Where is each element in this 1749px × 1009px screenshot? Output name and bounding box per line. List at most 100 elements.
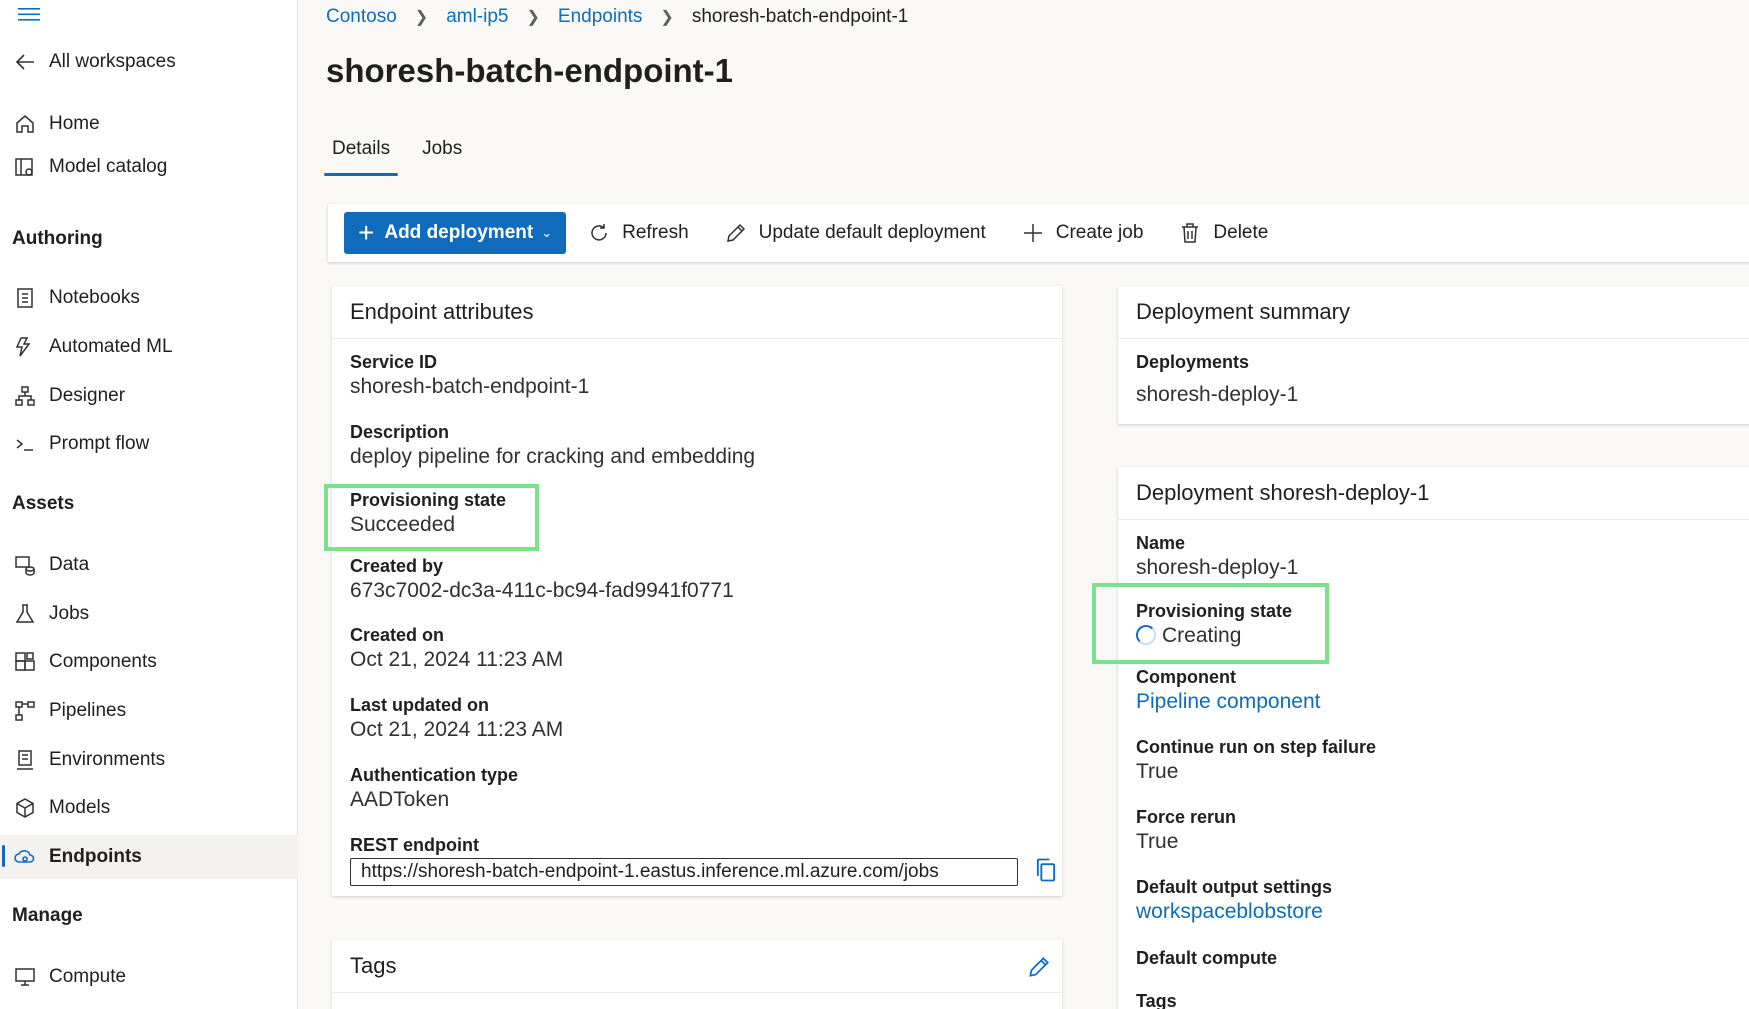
- field-value: True: [1136, 760, 1179, 783]
- breadcrumb-workspace[interactable]: aml-ip5: [446, 6, 508, 28]
- tab-bar: Details Jobs: [324, 138, 486, 176]
- rest-endpoint-input[interactable]: https://shoresh-batch-endpoint-1.eastus.…: [350, 858, 1018, 886]
- deployment-summary-card: Deployment summary Deployments shoresh-d…: [1118, 286, 1749, 424]
- output-link[interactable]: workspaceblobstore: [1136, 900, 1332, 924]
- deployment-link[interactable]: shoresh-deploy-1: [1136, 383, 1298, 407]
- refresh-icon: [586, 220, 612, 246]
- environments-icon: [12, 747, 38, 773]
- all-workspaces-label: All workspaces: [49, 51, 176, 72]
- field-value: AADToken: [350, 788, 450, 811]
- card-title: Deployment shoresh-deploy-1: [1118, 467, 1749, 520]
- sidebar-item-notebooks[interactable]: Notebooks: [0, 278, 298, 318]
- default-output-field: Default output settings workspaceblobsto…: [1136, 877, 1332, 924]
- sidebar-item-designer[interactable]: Designer: [0, 376, 298, 416]
- field-label: Default output settings: [1136, 877, 1332, 897]
- sidebar-item-jobs[interactable]: Jobs: [0, 594, 298, 634]
- card-title: Deployment summary: [1118, 286, 1749, 339]
- sidebar-item-environments[interactable]: Environments: [0, 740, 298, 780]
- copy-icon[interactable]: [1032, 856, 1060, 884]
- chevron-right-icon: ❯: [660, 9, 674, 26]
- sidebar-item-label: Prompt flow: [49, 433, 150, 454]
- field-value: True: [1136, 830, 1179, 853]
- deployment-tags-field: Tags: [1136, 991, 1177, 1009]
- field-label: Force rerun: [1136, 807, 1237, 827]
- component-field: Component Pipeline component: [1136, 667, 1320, 714]
- plus-icon: [1020, 220, 1046, 246]
- section-authoring: Authoring: [12, 228, 103, 249]
- section-manage: Manage: [12, 905, 83, 926]
- sidebar-item-model-catalog[interactable]: Model catalog: [0, 147, 298, 187]
- sidebar-item-home[interactable]: Home: [0, 104, 298, 144]
- trash-icon: [1177, 220, 1203, 246]
- rest-endpoint-field: REST endpoint: [350, 835, 479, 856]
- section-assets: Assets: [12, 493, 75, 514]
- field-label: Service ID: [350, 352, 438, 372]
- card-title: Tags: [332, 940, 1062, 993]
- add-deployment-button[interactable]: + Add deployment ⌄: [344, 212, 567, 254]
- all-workspaces-link[interactable]: All workspaces: [0, 42, 298, 82]
- field-label: Continue run on step failure: [1136, 737, 1377, 757]
- deployment-name-field: Name shoresh-deploy-1: [1136, 533, 1298, 580]
- sidebar-item-prompt-flow[interactable]: Prompt flow: [0, 424, 298, 464]
- deployments-field: Deployments shoresh-deploy-1: [1136, 352, 1298, 407]
- sidebar-item-label: Data: [49, 554, 90, 575]
- sidebar-item-label: Home: [49, 113, 100, 134]
- notebook-icon: [12, 285, 38, 311]
- designer-icon: [12, 383, 38, 409]
- refresh-button[interactable]: Refresh: [586, 220, 689, 246]
- chevron-down-icon: ⌄: [541, 225, 553, 240]
- service-id-field: Service ID shoresh-batch-endpoint-1: [350, 352, 589, 399]
- field-value: 673c7002-dc3a-411c-bc94-fad9941f0771: [350, 579, 734, 602]
- pencil-icon: [723, 220, 749, 246]
- breadcrumb-endpoints[interactable]: Endpoints: [558, 6, 643, 28]
- field-value: Oct 21, 2024 11:23 AM: [350, 648, 564, 671]
- field-label: REST endpoint: [350, 835, 479, 855]
- component-link[interactable]: Pipeline component: [1136, 690, 1320, 714]
- breadcrumb-current: shoresh-batch-endpoint-1: [691, 6, 909, 27]
- sidebar-item-label: Compute: [49, 966, 127, 987]
- sidebar-item-data[interactable]: Data: [0, 545, 298, 585]
- command-bar: + Add deployment ⌄ Refresh Update defaul…: [328, 204, 1749, 262]
- hamburger-menu-icon[interactable]: [18, 6, 40, 22]
- home-icon: [12, 111, 38, 137]
- sidebar-item-label: Jobs: [49, 603, 90, 624]
- terminal-icon: [12, 431, 38, 457]
- sidebar-item-label: Models: [49, 797, 111, 818]
- sidebar-item-label: Notebooks: [49, 287, 140, 308]
- update-default-deployment-button[interactable]: Update default deployment: [723, 220, 986, 246]
- default-compute-field: Default compute: [1136, 948, 1277, 969]
- field-label: Authentication type: [350, 765, 519, 785]
- sidebar-item-label: Model catalog: [49, 156, 168, 177]
- card-title: Endpoint attributes: [332, 286, 1062, 339]
- delete-button[interactable]: Delete: [1177, 220, 1268, 246]
- field-label: Component: [1136, 667, 1236, 687]
- create-job-button[interactable]: Create job: [1020, 220, 1143, 246]
- field-label: Name: [1136, 533, 1186, 553]
- sidebar-item-components[interactable]: Components: [0, 642, 298, 682]
- sidebar-item-models[interactable]: Models: [0, 788, 298, 828]
- chevron-right-icon: ❯: [526, 9, 540, 26]
- tags-card: Tags: [332, 940, 1062, 1009]
- main-content: Contoso ❯ aml-ip5 ❯ Endpoints ❯ shoresh-…: [298, 0, 1749, 1009]
- left-sidebar: All workspaces Home Model catalog Author…: [0, 0, 298, 1009]
- tab-jobs[interactable]: Jobs: [414, 138, 470, 176]
- data-icon: [12, 552, 38, 578]
- sidebar-item-label: Components: [49, 651, 157, 672]
- sidebar-item-endpoints[interactable]: Endpoints: [0, 835, 298, 879]
- deployment-detail-card: Deployment shoresh-deploy-1 Name shoresh…: [1118, 467, 1749, 1009]
- flash-icon: [12, 334, 38, 360]
- sidebar-item-automated-ml[interactable]: Automated ML: [0, 327, 298, 367]
- cube-icon: [12, 795, 38, 821]
- edit-pencil-icon[interactable]: [1026, 954, 1052, 980]
- tab-details[interactable]: Details: [324, 138, 399, 176]
- description-field: Description deploy pipeline for cracking…: [350, 422, 755, 469]
- endpoints-icon: [12, 844, 38, 870]
- pipelines-icon: [12, 698, 38, 724]
- sidebar-item-pipelines[interactable]: Pipelines: [0, 691, 298, 731]
- sidebar-item-compute[interactable]: Compute: [0, 957, 298, 997]
- highlight-box: [324, 484, 539, 551]
- field-label: Tags: [1136, 991, 1177, 1009]
- breadcrumb-contoso[interactable]: Contoso: [326, 6, 397, 28]
- last-updated-field: Last updated on Oct 21, 2024 11:23 AM: [350, 695, 563, 742]
- field-label: Created by: [350, 556, 444, 576]
